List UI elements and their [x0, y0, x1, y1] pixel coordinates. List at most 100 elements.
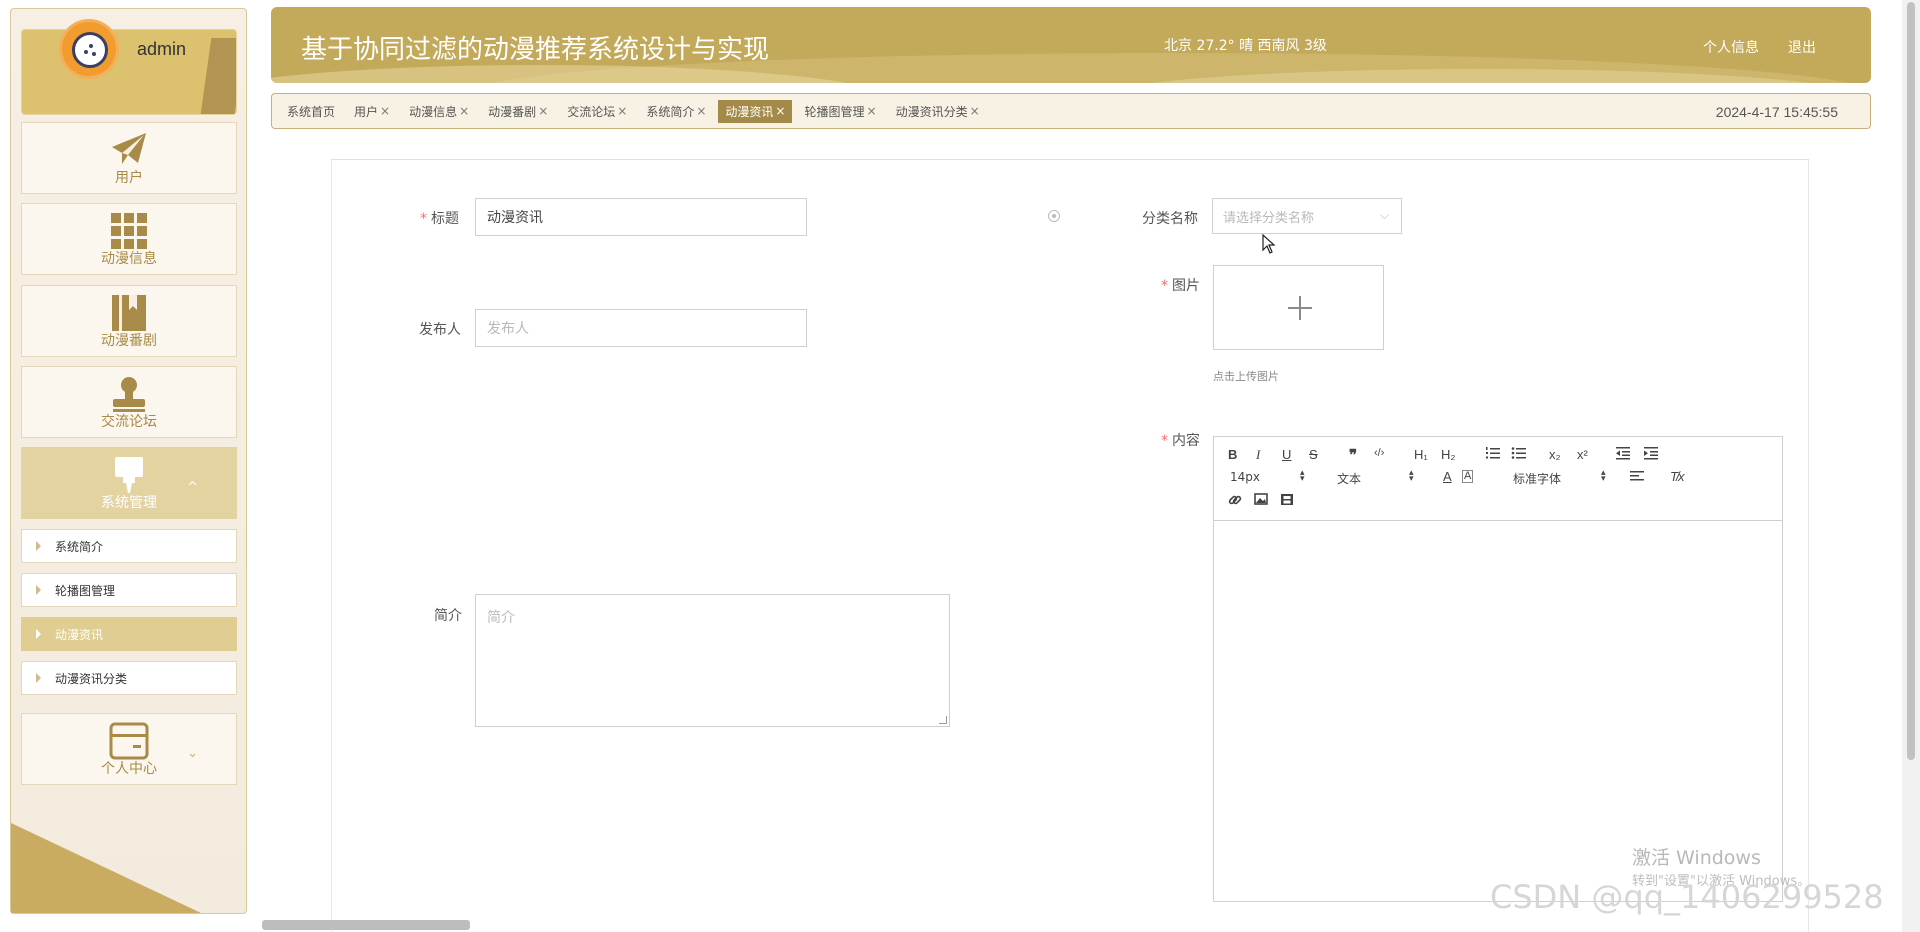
upload-tip: 点击上传图片 — [1213, 370, 1279, 383]
italic-button[interactable]: I — [1256, 447, 1260, 463]
video-icon[interactable] — [1280, 493, 1294, 509]
resize-grip-icon[interactable] — [939, 716, 947, 724]
summary-label: 简介 — [434, 608, 462, 624]
sidebar-item-anime-series[interactable]: 动漫番剧 — [21, 285, 237, 357]
tab-anime-info[interactable]: 动漫信息 × — [402, 100, 476, 123]
editor-toolbar: B I U S ❞ ‹/› H₁ H₂ x₂ x² 14px ▴ ▾ 文本 ▴ ▾ … — [1214, 437, 1782, 521]
tab-forum[interactable]: 交流论坛 × — [560, 100, 634, 123]
rich-text-editor: B I U S ❞ ‹/› H₁ H₂ x₂ x² 14px ▴ ▾ 文本 ▴ ▾ … — [1213, 436, 1783, 902]
title-label-text: 标题 — [431, 211, 459, 227]
summary-placeholder: 简介 — [487, 610, 515, 626]
close-icon[interactable]: × — [696, 104, 706, 118]
card-icon — [109, 722, 149, 764]
image-label: * 图片 — [1161, 275, 1200, 295]
font-size-select[interactable]: 14px ▴ ▾ — [1230, 469, 1305, 485]
profile-link[interactable]: 个人信息 — [1703, 37, 1759, 57]
tab-home[interactable]: 系统首页 — [280, 100, 342, 123]
logout-link[interactable]: 退出 — [1788, 37, 1816, 57]
bold-button[interactable]: B — [1228, 447, 1237, 462]
subscript-button[interactable]: x₂ — [1549, 447, 1561, 462]
publisher-input[interactable]: 发布人 — [475, 309, 807, 347]
tab-label: 系统首页 — [287, 104, 336, 119]
sidebar-item-personal-center[interactable]: 个人中心 ⌄ — [21, 713, 237, 785]
tab-anime-news[interactable]: 动漫资讯 × — [718, 99, 793, 123]
content-label-text: 内容 — [1172, 433, 1200, 449]
image-upload-button[interactable] — [1213, 265, 1384, 350]
required-mark: * — [420, 211, 427, 227]
font-color-button[interactable]: A — [1443, 469, 1452, 484]
align-icon[interactable] — [1629, 470, 1645, 485]
title-input[interactable]: 动漫资讯 — [475, 198, 807, 236]
category-select[interactable]: 请选择分类名称 ⌵ — [1212, 198, 1402, 234]
heading-2-button[interactable]: H₂ — [1441, 447, 1455, 462]
content-label: * 内容 — [1161, 430, 1200, 450]
select-arrows-icon: ▴ ▾ — [1601, 468, 1606, 484]
avatar-face — [72, 32, 108, 68]
background-color-button[interactable]: A — [1462, 470, 1474, 483]
sidebar-decoration — [11, 823, 201, 913]
blockquote-button[interactable]: ❞ — [1349, 446, 1357, 464]
submenu-item-anime-news-category[interactable]: 动漫资讯分类 — [21, 661, 237, 695]
close-icon[interactable]: × — [380, 104, 390, 118]
close-icon[interactable]: × — [459, 104, 469, 118]
user-card — [21, 29, 237, 115]
top-header: 基于协同过滤的动漫推荐系统设计与实现 北京 27.2° 晴 西南风 3级 个人信… — [271, 7, 1871, 83]
scrollbar-thumb[interactable] — [1907, 2, 1915, 760]
submenu-item-carousel[interactable]: 轮播图管理 — [21, 573, 237, 607]
code-block-button[interactable]: ‹/› — [1374, 447, 1384, 459]
book-icon — [111, 294, 147, 336]
tab-anime-series[interactable]: 动漫番剧 × — [481, 100, 555, 123]
select-arrows-icon: ▴ ▾ — [1300, 468, 1305, 484]
tab-anime-news-category[interactable]: 动漫资讯分类 × — [889, 100, 987, 123]
link-icon[interactable] — [1228, 493, 1242, 510]
user-card-flag — [200, 38, 236, 114]
close-icon[interactable]: × — [617, 104, 627, 118]
tab-label: 用户 — [354, 104, 379, 119]
bullet-list-icon[interactable] — [1511, 446, 1527, 463]
sidebar-item-system-management[interactable]: 系统管理 ^ — [21, 447, 237, 519]
tab-user[interactable]: 用户 × — [347, 100, 397, 123]
publisher-label: 发布人 — [419, 322, 461, 338]
tab-label: 系统简介 — [646, 104, 695, 119]
sidebar-item-user[interactable]: 用户 — [21, 122, 237, 194]
caret-right-icon — [36, 585, 41, 595]
tab-label: 动漫资讯分类 — [895, 104, 968, 119]
tab-system-intro[interactable]: 系统简介 × — [639, 100, 713, 123]
title-label: * 标题 — [420, 208, 459, 228]
submenu-item-label: 轮播图管理 — [55, 583, 116, 598]
submenu-item-system-intro[interactable]: 系统简介 — [21, 529, 237, 563]
plus-icon — [1299, 296, 1301, 320]
avatar[interactable] — [59, 19, 119, 79]
close-icon[interactable]: × — [538, 104, 548, 118]
underline-button[interactable]: U — [1282, 447, 1291, 462]
submenu-item-label: 动漫资讯 — [55, 627, 104, 642]
submenu-item-anime-news[interactable]: 动漫资讯 — [21, 617, 237, 651]
tab-label: 动漫信息 — [409, 104, 458, 119]
header-select[interactable]: 文本 ▴ ▾ — [1337, 469, 1414, 487]
summary-textarea[interactable]: 简介 — [475, 594, 950, 727]
image-icon[interactable] — [1254, 493, 1268, 508]
caret-right-icon — [36, 629, 41, 639]
font-family-select[interactable]: 标准字体 ▴ ▾ — [1513, 469, 1606, 487]
ordered-list-icon[interactable] — [1485, 446, 1501, 463]
horizontal-scrollbar-thumb[interactable] — [262, 920, 470, 930]
sidebar-item-forum[interactable]: 交流论坛 — [21, 366, 237, 438]
close-icon[interactable]: × — [775, 104, 785, 118]
clear-icon[interactable] — [1048, 210, 1060, 222]
close-icon[interactable]: × — [867, 104, 877, 118]
header-select-value: 文本 — [1337, 472, 1362, 486]
close-icon[interactable]: × — [970, 104, 980, 118]
tab-bar: 系统首页 用户 × 动漫信息 × 动漫番剧 × 交流论坛 × 系统简介 × 动漫资讯 × 轮… — [271, 93, 1871, 129]
heading-1-button[interactable]: H₁ — [1414, 447, 1428, 462]
superscript-button[interactable]: x² — [1577, 447, 1588, 462]
strikethrough-button[interactable]: S — [1309, 447, 1318, 462]
vertical-scrollbar[interactable] — [1902, 0, 1920, 932]
tab-carousel[interactable]: 轮播图管理 × — [797, 100, 883, 123]
clear-format-button[interactable]: T̸x — [1670, 469, 1684, 484]
sidebar-item-anime-info[interactable]: 动漫信息 — [21, 203, 237, 275]
outdent-icon[interactable] — [1615, 446, 1631, 463]
required-mark: * — [1161, 278, 1168, 294]
weather-info: 北京 27.2° 晴 西南风 3级 — [1164, 38, 1327, 54]
required-mark: * — [1161, 433, 1168, 449]
indent-icon[interactable] — [1643, 446, 1659, 463]
